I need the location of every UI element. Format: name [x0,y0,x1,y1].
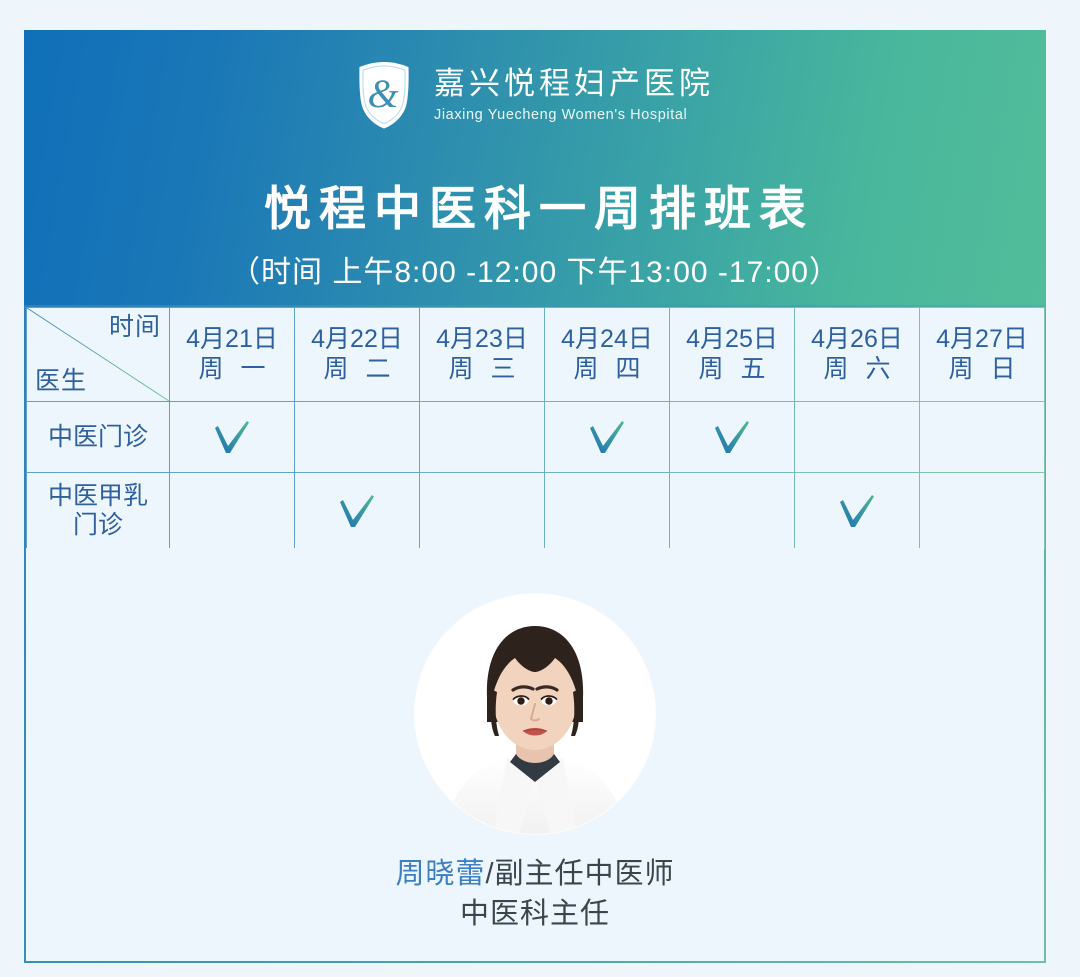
schedule-cell [419,472,545,549]
row-label: 中医甲乳 门诊 [47,481,148,539]
header-doctor-label: 医生 [35,366,88,395]
header-day-date: 4月27日 [936,325,1028,353]
hospital-name-block: 嘉兴悦程妇产医院 Jiaxing Yuecheng Women's Hospit… [434,66,714,124]
doctor-name-separator: / [485,858,495,890]
table-header-day-1: 4月21日周 一 [169,307,295,402]
schedule-cell [544,401,670,473]
header-day-weekday: 周 三 [448,354,521,383]
schedule-cell [169,472,295,549]
hospital-logo: & 嘉兴悦程妇产医院 Jiaxing Yuecheng Women's Hosp… [24,60,1046,130]
check-icon [834,489,880,533]
page-subtitle: （时间 上午8:00 -12:00 下午13:00 -17:00） [230,256,840,289]
header-day-date: 4月26日 [811,325,903,353]
check-icon [209,415,255,459]
table-header-day-6: 4月26日周 六 [794,307,920,402]
table-header-day-4: 4月24日周 四 [544,307,670,402]
header-day-date: 4月23日 [436,325,528,353]
schedule-cell [794,401,920,473]
schedule-cell [669,472,795,549]
hospital-name-cn: 嘉兴悦程妇产医院 [434,66,714,102]
schedule-cell [544,472,670,549]
header-day-date: 4月25日 [686,325,778,353]
table-header-day-2: 4月22日周 二 [294,307,420,402]
doctor-portrait-avatar [415,594,655,834]
header-day-weekday: 周 日 [948,354,1021,383]
doctor-name-line: 周晓蕾/副主任中医师 [395,856,674,892]
doctor-name: 周晓蕾 [395,858,486,890]
table-row: 中医甲乳 门诊 [26,472,1045,549]
header-day-date: 4月21日 [186,325,278,353]
check-icon [709,415,755,459]
shield-ampersand-icon: & [356,60,412,130]
doctor-title: 副主任中医师 [494,858,675,890]
header-day-weekday: 周 一 [198,354,271,383]
table-header-row: 时间 医生 4月21日周 一 4月22日周 二 4月23日周 三 4月24日周 四 4月25… [26,307,1045,402]
table-header-day-7: 4月27日周 日 [919,307,1045,402]
schedule-cell [294,472,420,549]
schedule-cell [669,401,795,473]
schedule-cell [294,401,420,473]
table-header-day-3: 4月23日周 三 [419,307,545,402]
schedule-poster: & 嘉兴悦程妇产医院 Jiaxing Yuecheng Women's Hosp… [0,0,1080,977]
doctor-role: 中医科主任 [459,898,610,931]
schedule-cell [919,472,1045,549]
row-label-cell: 中医甲乳 门诊 [26,472,170,549]
doctor-profile: 周晓蕾/副主任中医师 中医科主任 [26,548,1044,960]
row-label-cell: 中医门诊 [26,401,170,473]
check-icon [334,489,380,533]
schedule-cell [419,401,545,473]
header-time-label: 时间 [108,313,161,341]
schedule-cell [169,401,295,473]
header-day-weekday: 周 四 [573,354,646,383]
header-day-weekday: 周 二 [323,354,396,383]
header-day-weekday: 周 五 [698,354,771,383]
header-day-weekday: 周 六 [823,354,896,383]
table-header-day-5: 4月25日周 五 [669,307,795,402]
header-day-date: 4月24日 [561,325,653,353]
schedule-cell [794,472,920,549]
schedule-table: 时间 医生 4月21日周 一 4月22日周 二 4月23日周 三 4月24日周 四 4月25… [26,307,1045,549]
row-label: 中医门诊 [47,422,148,451]
hospital-name-en: Jiaxing Yuecheng Women's Hospital [434,106,688,123]
page-title: 悦程中医科一周排班表 [264,182,814,235]
header-day-date: 4月22日 [311,325,403,353]
table-row: 中医门诊 [26,401,1045,473]
header-corner-cell: 时间 医生 [26,307,170,402]
check-icon [584,415,630,459]
schedule-cell [919,401,1045,473]
svg-text:&: & [367,71,398,116]
header-banner: & 嘉兴悦程妇产医院 Jiaxing Yuecheng Women's Hosp… [24,30,1046,305]
